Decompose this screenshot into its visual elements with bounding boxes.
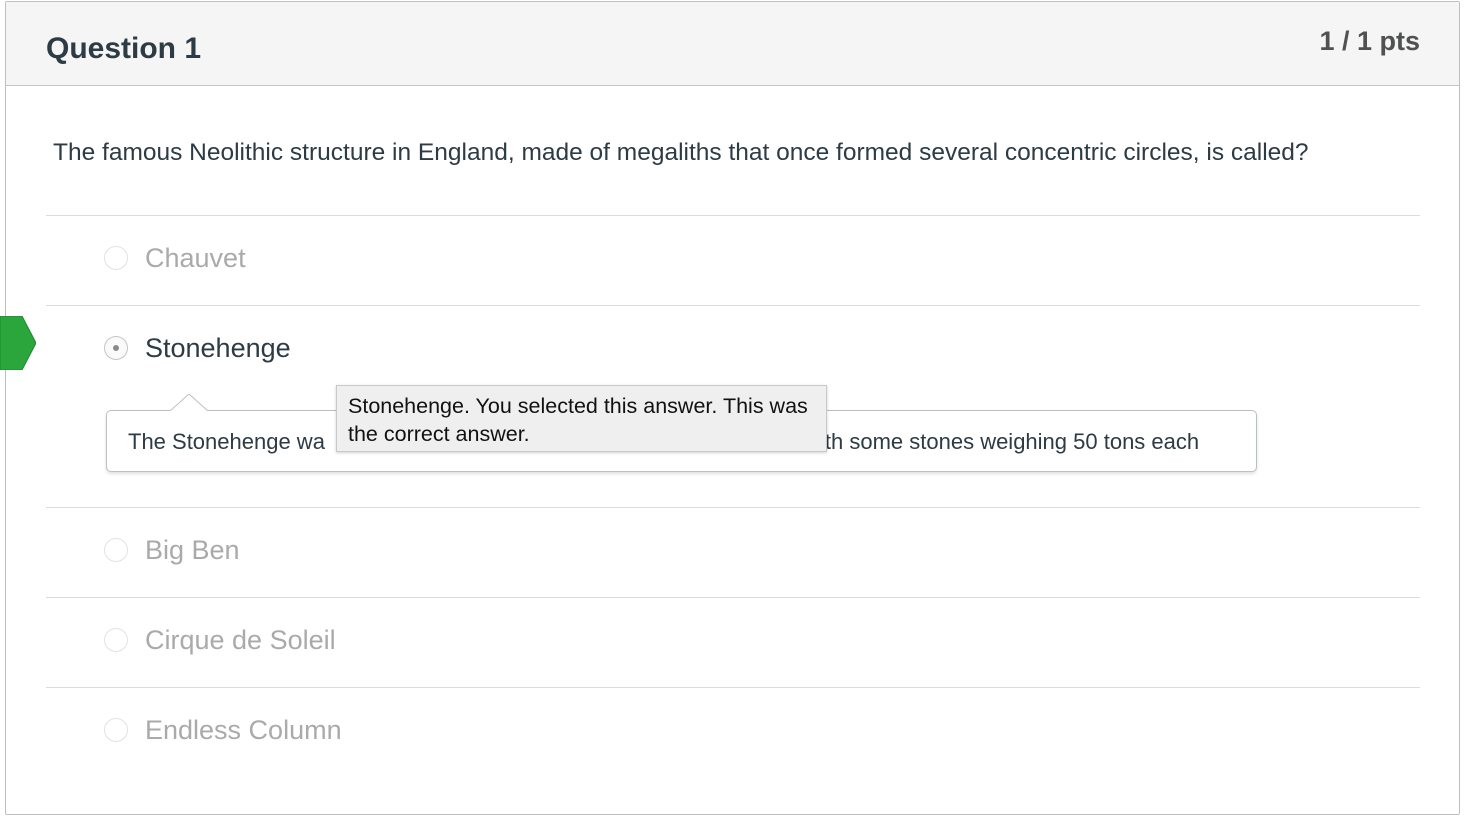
answer-radio[interactable] [104,246,128,270]
comment-pointer [170,394,208,411]
question-title: Question 1 [46,32,202,65]
tooltip: Stonehenge. You selected this answer. Th… [336,385,827,452]
answer-radio[interactable] [104,628,128,652]
question-header: Question 1 1 / 1 pts [6,2,1459,86]
answer-option-cirque-de-soleil[interactable]: Cirque de Soleil [46,597,1420,687]
answer-label: Big Ben [145,535,240,565]
correct-answer-flag-icon [0,316,36,370]
answer-option-chauvet[interactable]: Chauvet [46,215,1420,305]
answer-comment-text-right: ith some stones weighing 50 tons each [820,429,1200,454]
answer-option-endless-column[interactable]: Endless Column [46,687,1420,777]
answer-radio[interactable] [104,538,128,562]
answer-radio[interactable] [104,718,128,742]
answer-option-big-ben[interactable]: Big Ben [46,507,1420,597]
answer-label: Stonehenge [145,333,291,363]
answer-radio-selected[interactable] [104,336,128,360]
answer-label: Cirque de Soleil [145,625,336,655]
answer-label: Chauvet [145,243,246,273]
answer-comment-text-left: The Stonehenge wa [128,429,325,454]
question-text: The famous Neolithic structure in Englan… [53,139,1309,166]
question-points: 1 / 1 pts [1319,26,1420,56]
answer-label: Endless Column [145,715,342,745]
